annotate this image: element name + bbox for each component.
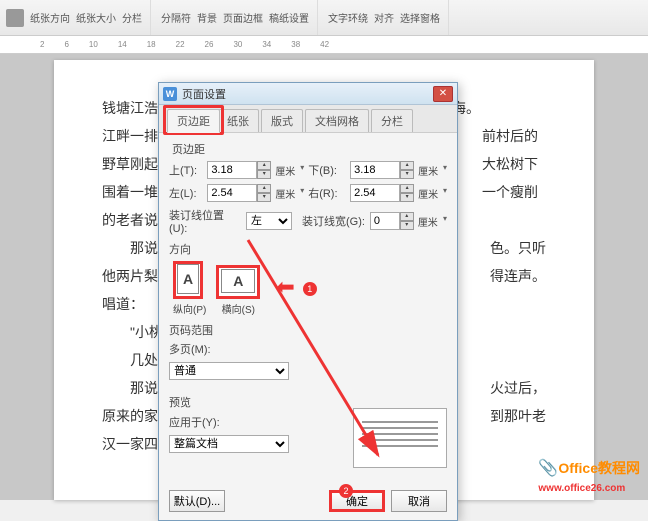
ribbon-group-layout: 分隔符 背景 页面边框 稿纸设置: [161, 0, 318, 35]
ribbon-label[interactable]: 纸张大小: [76, 10, 116, 25]
ruler-mark: 6: [64, 40, 68, 49]
ribbon-group-arrange: 文字环绕 对齐 选择窗格: [328, 0, 449, 35]
gutter-label: 装订线位置(U):: [169, 207, 242, 235]
left-label: 左(L):: [169, 185, 203, 201]
ruler-mark: 10: [89, 40, 98, 49]
multi-select[interactable]: 普通: [169, 362, 289, 380]
ribbon-label[interactable]: 选择窗格: [400, 10, 440, 25]
margins-group: 页边距 上(T): ▴▾ 厘米 下(B): ▴▾ 厘米 左(L): ▴▾ 厘米 …: [169, 141, 447, 235]
ruler-mark: 42: [320, 40, 329, 49]
left-input[interactable]: [207, 184, 257, 202]
pagescope-group: 页码范围 多页(M): 普通: [169, 322, 447, 380]
watermark-url: www.office26.com: [538, 483, 625, 494]
doc-text: 到那叶老: [490, 402, 546, 430]
right-spinner[interactable]: ▴▾: [350, 184, 414, 202]
watermark: 📎Office教程网 www.office26.com: [538, 458, 640, 494]
ribbon-label[interactable]: 对齐: [374, 10, 394, 25]
top-label: 上(T):: [169, 162, 203, 178]
bottom-unit[interactable]: 厘米: [418, 163, 447, 178]
apply-label: 应用于(Y):: [169, 414, 229, 430]
page-orientation-icon[interactable]: [6, 9, 24, 27]
ribbon-label[interactable]: 纸张方向: [30, 10, 70, 25]
top-input[interactable]: [207, 161, 257, 179]
right-label: 右(R):: [308, 185, 346, 201]
bottom-spinner[interactable]: ▴▾: [350, 161, 414, 179]
tab-layout[interactable]: 版式: [261, 109, 303, 132]
multi-label: 多页(M):: [169, 341, 219, 357]
ribbon-label[interactable]: 稿纸设置: [269, 10, 309, 25]
tab-margins[interactable]: 页边距: [167, 109, 220, 133]
page-setup-dialog: W 页面设置 ✕ 页边距 纸张 版式 文档网格 分栏 页边距 上(T): ▴▾ …: [158, 82, 458, 521]
ruler: 2 6 10 14 18 22 26 30 34 38 42: [0, 36, 648, 54]
orient-legend: 方向: [169, 241, 447, 257]
doc-text: 大松树下: [482, 156, 538, 172]
badge-2: 2: [339, 484, 353, 498]
ruler-mark: 18: [147, 40, 156, 49]
ruler-mark: 26: [205, 40, 214, 49]
landscape-label: 横向(S): [222, 305, 255, 316]
badge-1: 1: [303, 282, 317, 296]
orientation-group: 方向 A 纵向(P) A 横向(S) ⬅ 1: [169, 241, 447, 316]
gutterw-input[interactable]: [370, 212, 400, 230]
doc-text: 得连声。: [490, 262, 546, 290]
ruler-mark: 14: [118, 40, 127, 49]
portrait-label: 纵向(P): [173, 305, 206, 316]
preview-group: 预览 应用于(Y): 整篇文档: [169, 394, 447, 474]
bottom-label: 下(B):: [308, 162, 346, 178]
tab-columns[interactable]: 分栏: [371, 109, 413, 132]
ruler-mark: 38: [291, 40, 300, 49]
close-button[interactable]: ✕: [433, 86, 453, 102]
arrow-annotation-icon: ⬅: [276, 274, 294, 300]
margins-legend: 页边距: [169, 141, 447, 157]
top-spinner[interactable]: ▴▾: [207, 161, 271, 179]
doc-text: 一个瘦削: [482, 184, 538, 200]
landscape-option[interactable]: A 横向(S): [216, 265, 260, 316]
apply-select[interactable]: 整篇文档: [169, 435, 289, 453]
ribbon-label[interactable]: 文字环绕: [328, 10, 368, 25]
ribbon-group-page: 纸张方向 纸张大小 分栏: [6, 0, 151, 35]
tab-grid[interactable]: 文档网格: [305, 109, 369, 132]
app-icon: W: [163, 87, 177, 101]
right-input[interactable]: [350, 184, 400, 202]
ruler-mark: 2: [40, 40, 44, 49]
preview-thumbnail: [353, 408, 447, 468]
doc-text: 色。只听: [490, 234, 546, 262]
ruler-mark: 22: [176, 40, 185, 49]
ribbon-label[interactable]: 分隔符: [161, 10, 191, 25]
right-unit[interactable]: 厘米: [418, 186, 447, 201]
dialog-body: 页边距 上(T): ▴▾ 厘米 下(B): ▴▾ 厘米 左(L): ▴▾ 厘米 …: [159, 133, 457, 484]
dialog-titlebar[interactable]: W 页面设置 ✕: [159, 83, 457, 105]
gutter-select[interactable]: 左: [246, 212, 292, 230]
gutterw-unit[interactable]: 厘米: [418, 214, 447, 229]
tab-highlight: 页边距: [163, 105, 224, 135]
top-unit[interactable]: 厘米: [275, 163, 304, 178]
dialog-buttons: 默认(D)... 2 确定 取消: [159, 484, 457, 520]
ribbon: 纸张方向 纸张大小 分栏 分隔符 背景 页面边框 稿纸设置 文字环绕 对齐 选择…: [0, 0, 648, 36]
gutterw-label: 装订线宽(G):: [302, 213, 366, 229]
ribbon-label[interactable]: 页面边框: [223, 10, 263, 25]
bottom-input[interactable]: [350, 161, 400, 179]
doc-text: 前村后的: [482, 128, 538, 144]
ribbon-label[interactable]: 分栏: [122, 10, 142, 25]
default-button[interactable]: 默认(D)...: [169, 490, 225, 512]
ruler-mark: 30: [233, 40, 242, 49]
cancel-button[interactable]: 取消: [391, 490, 447, 512]
portrait-option[interactable]: A 纵向(P): [173, 261, 206, 316]
left-spinner[interactable]: ▴▾: [207, 184, 271, 202]
watermark-title: Office教程网: [558, 460, 640, 476]
ok-button[interactable]: 确定: [329, 490, 385, 512]
ruler-mark: 34: [262, 40, 271, 49]
gutterw-spinner[interactable]: ▴▾: [370, 212, 414, 230]
dialog-title: 页面设置: [182, 86, 226, 102]
left-unit[interactable]: 厘米: [275, 186, 304, 201]
doc-text: 火过后，: [490, 374, 546, 402]
ribbon-label[interactable]: 背景: [197, 10, 217, 25]
pagescope-legend: 页码范围: [169, 322, 447, 338]
